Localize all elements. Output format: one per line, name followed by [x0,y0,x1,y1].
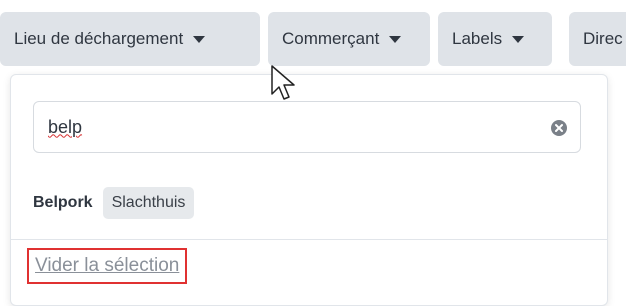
divider [11,239,607,240]
search-input[interactable] [48,116,518,138]
director-filter-label: Direc [583,29,623,48]
labels-filter-button[interactable]: Labels [438,12,552,66]
merchant-filter-button[interactable]: Commerçant [268,12,430,66]
caret-down-icon [389,35,402,43]
result-name: Belpork [33,194,93,211]
unloading-place-filter-button[interactable]: Lieu de déchargement [0,12,260,66]
search-field[interactable] [33,101,581,153]
caret-down-icon [193,35,206,43]
labels-filter-label: Labels [452,29,503,48]
result-tag-badge: Slachthuis [102,187,195,219]
unloading-place-filter-label: Lieu de déchargement [14,29,184,48]
mouse-pointer-icon [271,65,295,100]
filter-dropdown-panel: Belpork Slachthuis Vider la sélection [10,74,608,306]
director-filter-button[interactable]: Direc [569,12,626,66]
filter-bar: Lieu de déchargement Commerçant Labels D… [0,0,626,70]
clear-circle-icon[interactable] [550,119,568,137]
clear-selection-link[interactable]: Vider la sélection [27,248,188,284]
search-result-item[interactable]: Belpork Slachthuis [33,185,195,221]
merchant-filter-label: Commerçant [282,29,380,48]
caret-down-icon [512,35,525,43]
